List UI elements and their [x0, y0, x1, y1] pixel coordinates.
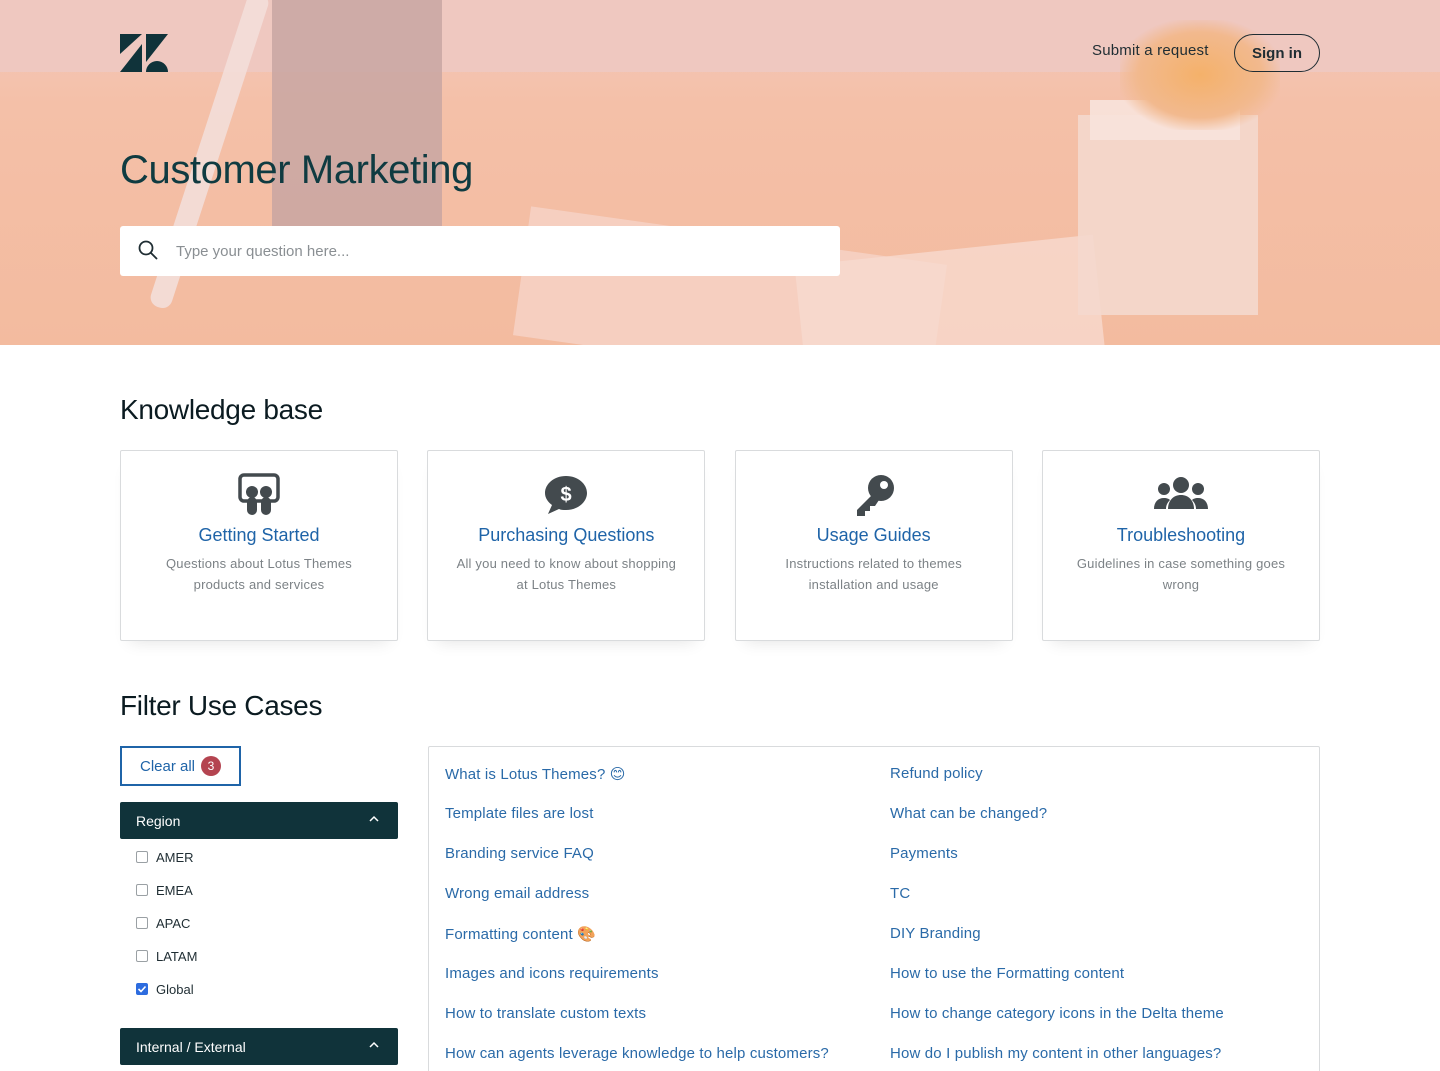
region-option-label: APAC [156, 915, 191, 931]
article-link[interactable]: Wrong email address [445, 885, 829, 925]
region-option-latam[interactable]: LATAM [136, 946, 197, 966]
article-link[interactable]: Formatting content 🎨 [445, 925, 829, 965]
search-icon [138, 240, 158, 260]
search-bar [120, 226, 840, 276]
article-link[interactable]: Branding service FAQ [445, 845, 829, 885]
category-title: Usage Guides [816, 525, 931, 545]
category-card-troubleshooting[interactable]: Troubleshooting Guidelines in case somet… [1041, 450, 1320, 641]
article-link[interactable]: Payments [890, 845, 1224, 885]
hero-background-block [1078, 115, 1258, 315]
checkbox[interactable] [136, 884, 148, 896]
category-description: All you need to know about shopping at L… [456, 556, 677, 592]
clear-all-button[interactable]: Clear all 3 [120, 746, 241, 786]
dollar-chat-icon: $ [545, 476, 588, 514]
category-title: Purchasing Questions [478, 525, 655, 545]
category-card-getting-started[interactable]: Getting Started Questions about Lotus Th… [120, 450, 398, 641]
region-option-emea[interactable]: EMEA [136, 880, 193, 900]
zendesk-logo-icon[interactable] [120, 34, 168, 72]
category-description: Questions about Lotus Themes products an… [165, 556, 353, 592]
region-option-label: LATAM [156, 948, 198, 964]
region-option-amer[interactable]: AMER [136, 847, 194, 867]
knowledge-base-cards: Getting Started Questions about Lotus Th… [120, 450, 1320, 641]
article-link[interactable]: How can agents leverage knowledge to hel… [445, 1045, 829, 1071]
region-option-apac[interactable]: APAC [136, 913, 190, 933]
region-option-label: AMER [156, 849, 194, 865]
sign-in-button[interactable]: Sign in [1234, 34, 1320, 72]
article-link[interactable]: Images and icons requirements [445, 965, 829, 1005]
key-icon [856, 475, 894, 516]
article-link[interactable]: How to translate custom texts [445, 1005, 829, 1045]
region-accordion-label: Region [136, 812, 181, 829]
knowledge-base-heading: Knowledge base [120, 394, 323, 425]
hero-banner: Submit a request Sign in Customer Market… [0, 0, 1440, 345]
hero-background-object [272, 0, 442, 228]
checkbox-checked[interactable] [136, 983, 148, 995]
category-title: Getting Started [198, 525, 320, 545]
submit-request-link[interactable]: Submit a request [1092, 42, 1209, 59]
article-link[interactable]: How do I publish my content in other lan… [890, 1045, 1224, 1071]
article-link[interactable]: How to use the Formatting content [890, 965, 1224, 1005]
internal-external-accordion-header[interactable]: Internal / External [120, 1028, 398, 1065]
article-link[interactable]: Refund policy [890, 765, 1224, 805]
region-option-label: EMEA [156, 882, 193, 898]
article-link[interactable]: How to change category icons in the Delt… [890, 1005, 1224, 1045]
users-icon [1153, 477, 1208, 509]
svg-text:$: $ [561, 484, 572, 506]
chevron-up-icon [369, 1041, 379, 1048]
article-link[interactable]: What can be changed? [890, 805, 1224, 845]
category-card-usage-guides[interactable]: Usage Guides Instructions related to the… [734, 450, 1013, 641]
checkbox[interactable] [136, 950, 148, 962]
checkbox[interactable] [136, 851, 148, 863]
article-link[interactable]: TC [890, 885, 1224, 925]
use-cases-results-panel: What is Lotus Themes? 😊 Template files a… [428, 746, 1320, 1071]
filter-count-badge: 3 [201, 756, 222, 776]
slideshare-icon [238, 473, 280, 515]
checkmark-icon [137, 985, 147, 993]
results-column-right: Refund policy What can be changed? Payme… [890, 765, 1224, 1071]
article-link[interactable]: DIY Branding [890, 925, 1224, 965]
page-title: Customer Marketing [120, 148, 473, 192]
filter-use-cases-heading: Filter Use Cases [120, 690, 323, 721]
region-option-label: Global [156, 981, 194, 997]
chevron-up-icon [369, 815, 379, 822]
category-title: Troubleshooting [1116, 525, 1246, 545]
category-description: Guidelines in case something goes wrong [1076, 556, 1286, 592]
region-option-global[interactable]: Global [136, 979, 194, 999]
category-card-purchasing-questions[interactable]: $ Purchasing Questions All you need to k… [427, 450, 706, 641]
checkbox[interactable] [136, 917, 148, 929]
internal-external-accordion-label: Internal / External [136, 1038, 246, 1055]
article-link[interactable]: What is Lotus Themes? 😊 [445, 765, 829, 805]
region-accordion-header[interactable]: Region [120, 802, 398, 839]
article-link[interactable]: Template files are lost [445, 805, 829, 845]
search-input[interactable] [176, 226, 816, 276]
results-column-left: What is Lotus Themes? 😊 Template files a… [445, 765, 829, 1071]
clear-all-label: Clear all [139, 757, 196, 775]
category-description: Instructions related to themes installat… [785, 556, 962, 592]
